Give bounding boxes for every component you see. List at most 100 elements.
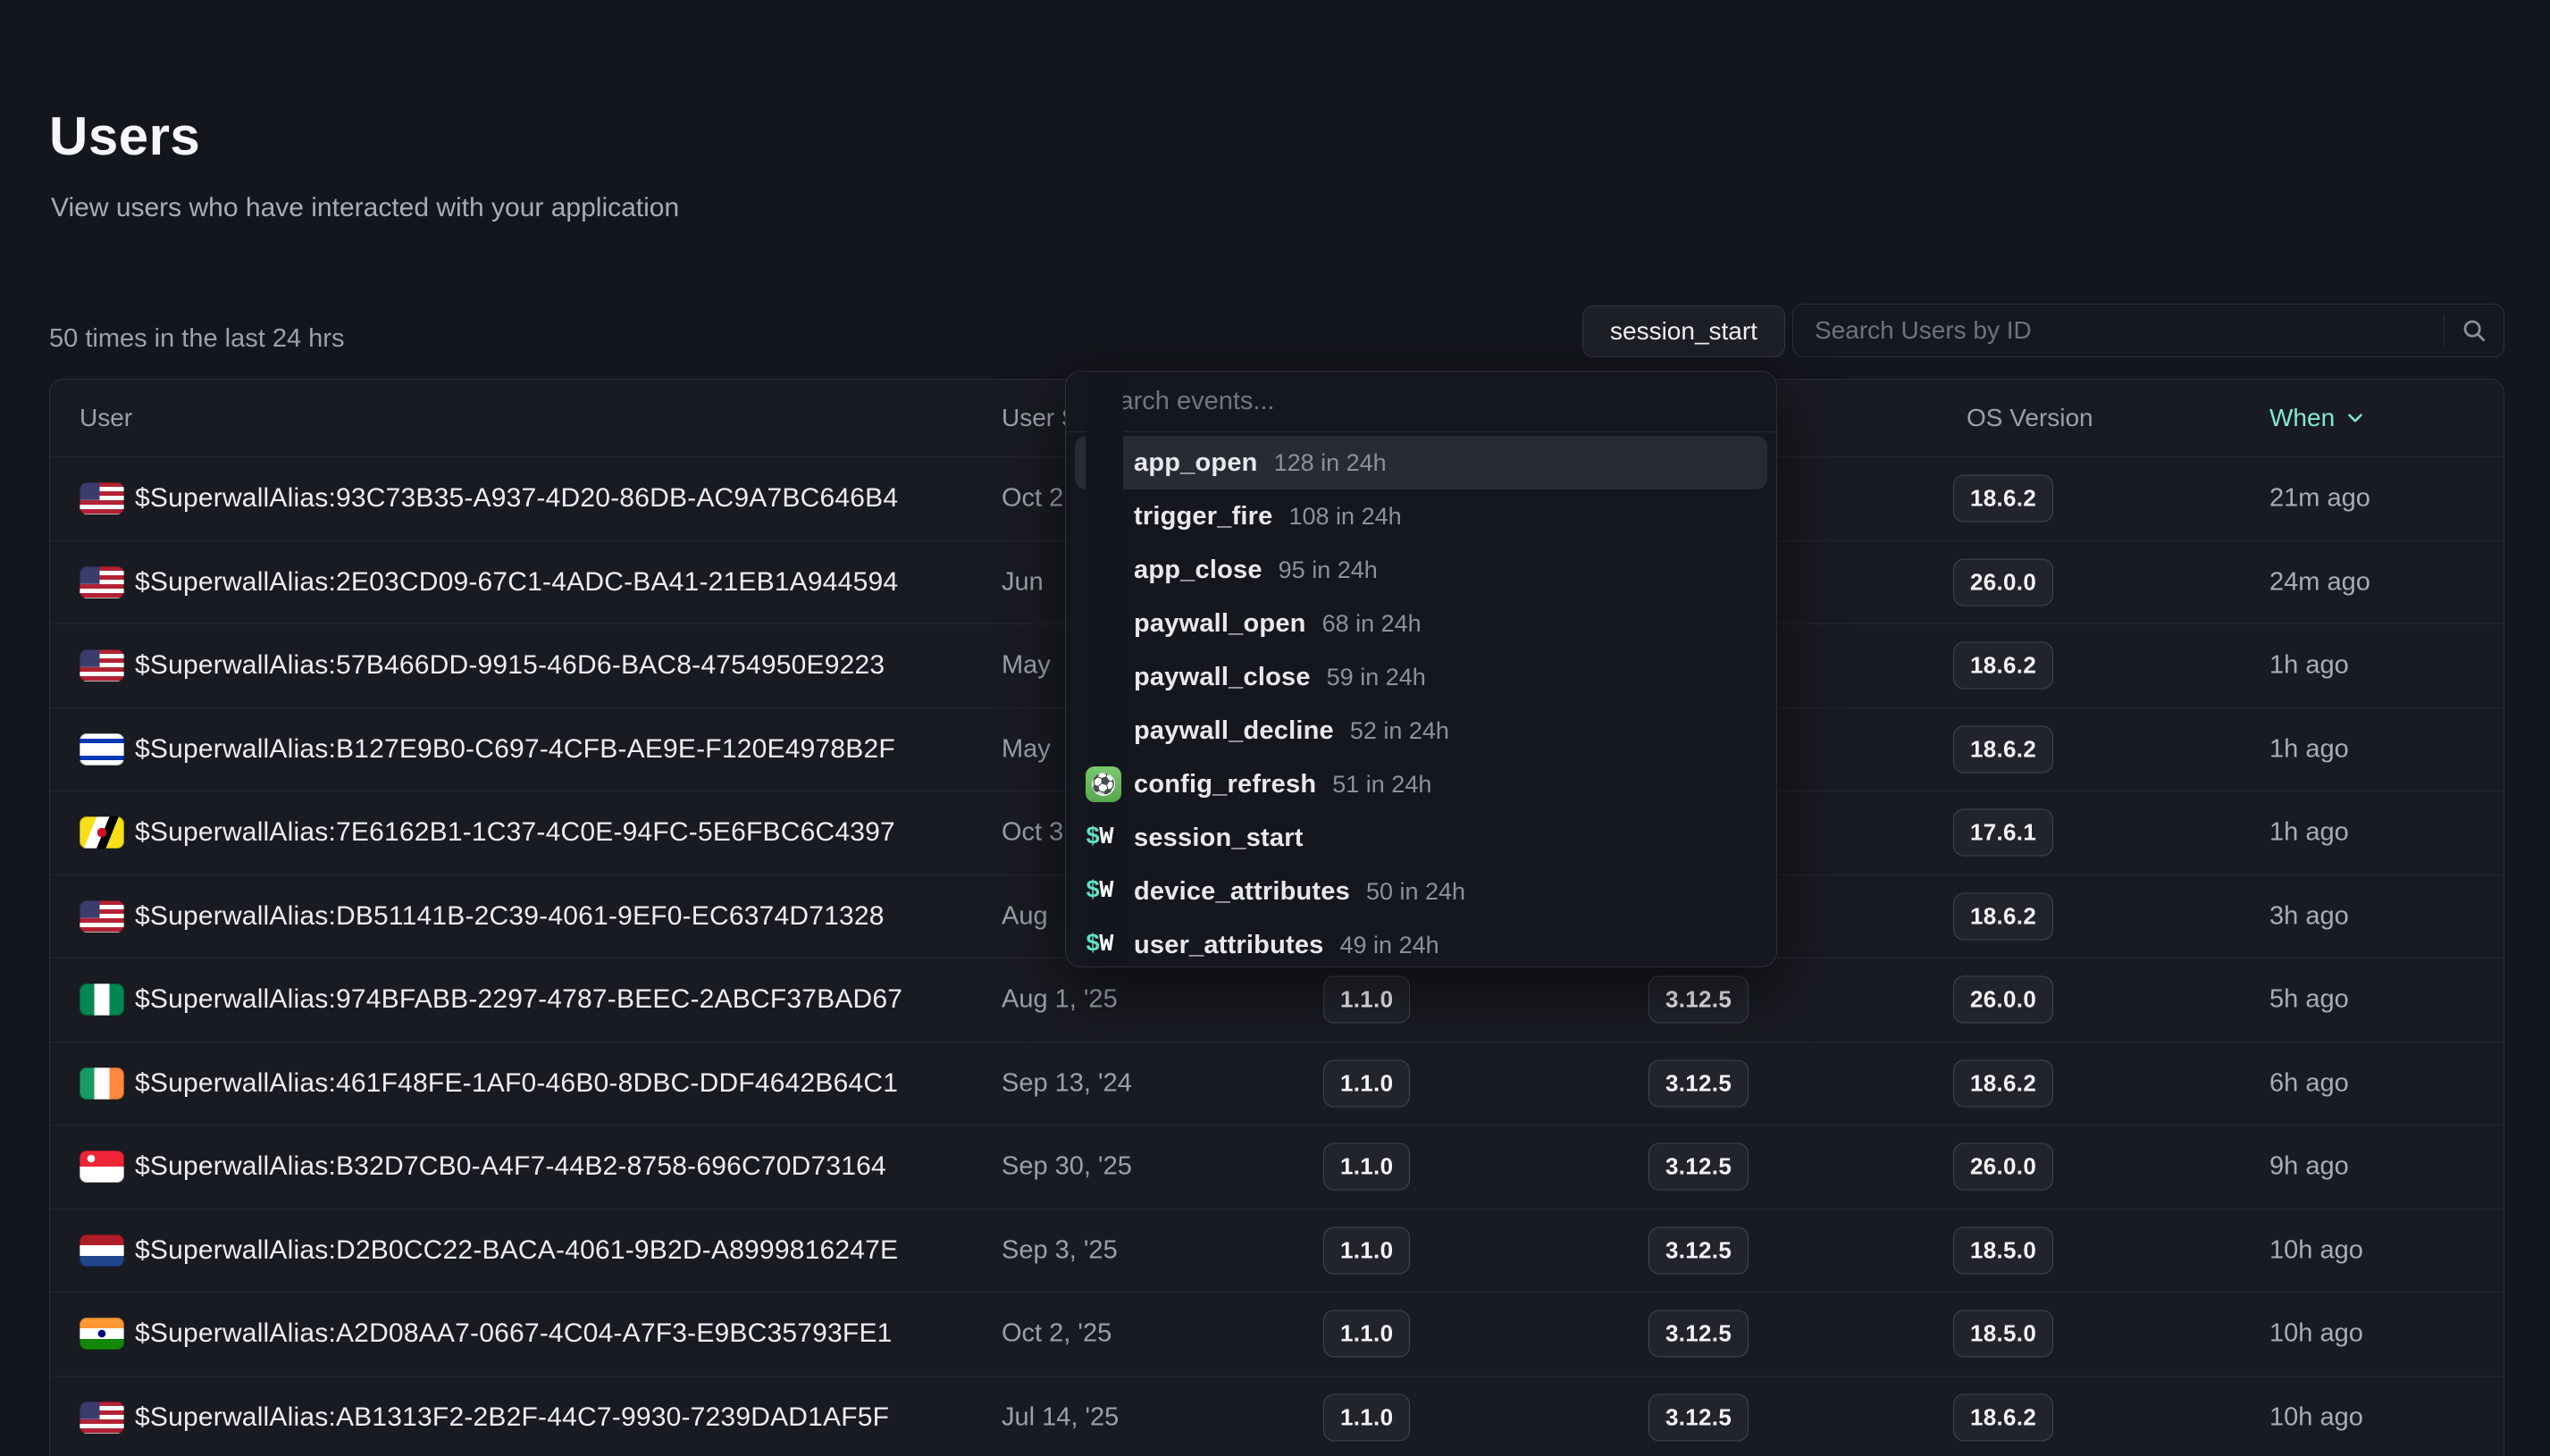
os-version-badge: 26.0.0 [1953,976,2053,1024]
sdk-version-badge: 3.12.5 [1648,976,1749,1024]
when-value: 21m ago [2269,484,2370,514]
country-flag-icon [80,1318,124,1350]
event-name: app_open [1134,448,1258,478]
app-version-badge: 1.1.0 [1323,1310,1410,1358]
when-value: 1h ago [2269,734,2349,764]
event-filter-label: session_start [1610,317,1757,346]
user-alias: $SuperwallAlias:A2D08AA7-0667-4C04-A7F3-… [135,1318,893,1349]
event-option[interactable]: $W trigger_fire 108 in 24h [1075,490,1767,543]
table-row[interactable]: $SuperwallAlias:B32D7CB0-A4F7-44B2-8758-… [50,1125,2504,1209]
event-count: 50 in 24h [1366,878,1465,906]
os-version-badge: 26.0.0 [1953,558,2053,606]
events-search-box[interactable] [1066,372,1776,432]
app-version-badge: 1.1.0 [1323,976,1410,1024]
event-filter-button[interactable]: session_start [1582,305,1785,357]
user-search-box[interactable] [1792,304,2504,357]
country-flag-icon [80,900,124,933]
user-since-value: Sep 13, '24 [1002,1068,1132,1098]
os-version-badge: 18.6.2 [1953,1393,2053,1441]
page-subtitle: View users who have interacted with your… [51,193,679,223]
user-alias: $SuperwallAlias:461F48FE-1AF0-46B0-8DBC-… [135,1068,898,1099]
page-title: Users [49,105,200,167]
event-count: 128 in 24h [1274,449,1387,477]
os-version-badge: 17.6.1 [1953,809,2053,857]
os-version-badge: 18.5.0 [1953,1310,2053,1358]
user-alias: $SuperwallAlias:B127E9B0-C697-4CFB-AE9E-… [135,734,895,765]
user-alias: $SuperwallAlias:974BFABB-2297-4787-BEEC-… [135,984,902,1015]
app-version-badge: 1.1.0 [1323,1143,1410,1191]
when-value: 3h ago [2269,901,2349,931]
when-value: 24m ago [2269,567,2370,597]
superwall-event-icon: $W [1086,932,1123,958]
user-alias: $SuperwallAlias:7E6162B1-1C37-4C0E-94FC-… [135,817,895,848]
user-since-value: May [1002,651,1051,681]
event-name: paywall_open [1134,609,1306,639]
table-row[interactable]: $SuperwallAlias:974BFABB-2297-4787-BEEC-… [50,958,2504,1042]
user-since-value: Jul 14, '25 [1002,1402,1119,1432]
event-count: 49 in 24h [1340,932,1439,959]
when-value: 10h ago [2269,1319,2363,1349]
user-since-value: Oct 3 [1002,818,1063,848]
sdk-version-badge: 3.12.5 [1648,1143,1749,1191]
country-flag-icon [80,983,124,1016]
user-since-value: Oct 2, '25 [1002,1319,1111,1349]
event-option[interactable]: $W app_close 95 in 24h [1075,543,1767,597]
app-version-badge: 1.1.0 [1323,1393,1410,1441]
event-option[interactable]: $W paywall_open 68 in 24h [1075,597,1767,650]
os-version-badge: 18.6.2 [1953,725,2053,773]
user-alias: $SuperwallAlias:57B466DD-9915-46D6-BAC8-… [135,650,885,681]
when-value: 1h ago [2269,651,2349,681]
when-value: 5h ago [2269,985,2349,1015]
country-flag-icon [80,566,124,598]
country-flag-icon [80,1402,124,1434]
chevron-down-icon [2344,406,2367,430]
user-since-value: May [1002,734,1051,764]
country-flag-icon [80,649,124,682]
event-name: app_close [1134,556,1262,585]
event-option[interactable]: $W app_open 128 in 24h [1075,436,1767,490]
event-option[interactable]: $W paywall_decline 52 in 24h [1075,704,1767,757]
when-value: 10h ago [2269,1235,2363,1265]
table-row[interactable]: $SuperwallAlias:A2D08AA7-0667-4C04-A7F3-… [50,1293,2504,1377]
event-option[interactable]: $W paywall_close 59 in 24h [1075,650,1767,704]
app-version-badge: 1.1.0 [1323,1226,1410,1274]
search-icon[interactable] [2445,317,2504,344]
user-since-value: Aug [1002,901,1048,931]
column-header-when-sort[interactable]: When [2269,404,2367,432]
table-row[interactable]: $SuperwallAlias:AB1313F2-2B2F-44C7-9930-… [50,1377,2504,1456]
os-version-badge: 26.0.0 [1953,1143,2053,1191]
event-name: session_start [1134,824,1304,853]
event-name: user_attributes [1134,931,1324,960]
sdk-version-badge: 3.12.5 [1648,1226,1749,1274]
event-name: paywall_decline [1134,716,1334,746]
event-option[interactable]: $W session_start [1075,811,1767,865]
when-value: 1h ago [2269,818,2349,848]
os-version-badge: 18.6.2 [1953,1059,2053,1107]
event-count: 68 in 24h [1322,610,1422,638]
event-name: device_attributes [1134,877,1350,907]
app-version-badge: 1.1.0 [1323,1059,1410,1107]
event-count: 51 in 24h [1332,771,1431,799]
events-dropdown: $W app_open 128 in 24h $W trigger_fire 1… [1065,371,1777,967]
event-count: 52 in 24h [1350,717,1449,745]
user-since-value: Aug 1, '25 [1002,985,1118,1015]
event-count-summary: 50 times in the last 24 hrs [49,324,344,354]
when-value: 10h ago [2269,1402,2363,1432]
event-option[interactable]: ⚽ config_refresh 51 in 24h [1075,757,1767,811]
event-option[interactable]: $W device_attributes 50 in 24h [1075,865,1767,918]
user-alias: $SuperwallAlias:D2B0CC22-BACA-4061-9B2D-… [135,1235,898,1266]
table-row[interactable]: $SuperwallAlias:D2B0CC22-BACA-4061-9B2D-… [50,1209,2504,1293]
when-label: When [2269,404,2335,432]
event-option[interactable]: $W user_attributes 49 in 24h [1075,918,1767,967]
user-since-value: Jun [1002,567,1044,597]
events-search-input[interactable] [1066,372,1776,431]
event-name: trigger_fire [1134,502,1273,531]
os-version-badge: 18.6.2 [1953,642,2053,690]
event-name: paywall_close [1134,663,1311,692]
user-alias: $SuperwallAlias:DB51141B-2C39-4061-9EF0-… [135,901,885,932]
user-since-value: Oct 2 [1002,484,1063,514]
event-count: 108 in 24h [1289,503,1402,531]
table-row[interactable]: $SuperwallAlias:461F48FE-1AF0-46B0-8DBC-… [50,1042,2504,1126]
user-search-input[interactable] [1793,305,2444,356]
country-flag-icon [80,816,124,849]
